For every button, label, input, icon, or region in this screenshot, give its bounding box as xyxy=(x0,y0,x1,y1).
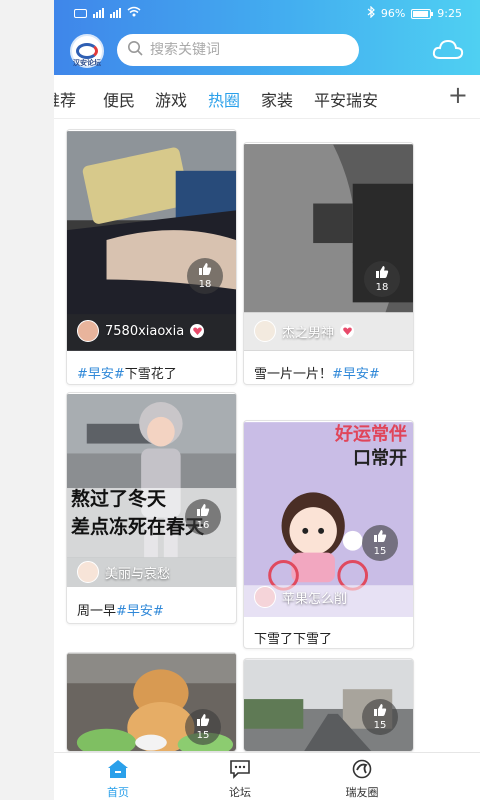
battery-icon xyxy=(411,8,434,19)
category-tabs: 推荐 便民 游戏 热圈 家装 平安瑞安 + xyxy=(54,75,480,119)
like-button[interactable]: 16 xyxy=(185,499,221,535)
like-count: 15 xyxy=(373,546,387,557)
author-name: 7580xiaoxia xyxy=(105,323,185,339)
caption-text: 下雪花了 xyxy=(124,367,177,382)
post-caption: 雪一片一片！#早安# xyxy=(254,363,380,382)
nav-home-label: 首页 xyxy=(107,786,129,799)
add-tab-button[interactable]: + xyxy=(448,81,468,109)
overlay-line: 熬过了冬天 xyxy=(71,488,167,510)
post-card[interactable]: 15 xyxy=(243,658,414,752)
home-icon xyxy=(107,760,129,782)
author-name: 美丽与哀愁 xyxy=(105,566,171,582)
app-logo[interactable]: 汉安论坛 xyxy=(70,34,104,68)
sim-badge-icon xyxy=(74,8,87,18)
like-button[interactable]: 18 xyxy=(364,261,400,297)
chat-bubble-icon xyxy=(229,760,251,782)
tab-games[interactable]: 游戏 xyxy=(155,87,187,111)
post-card[interactable]: 18 杰之男神 雪一片一片！#早安# xyxy=(243,142,414,385)
bluetooth-icon xyxy=(367,5,375,21)
wifi-icon xyxy=(127,6,141,20)
post-card[interactable]: 熬过了冬天 差点冻死在春天 16 美丽与哀愁 周一早#早安# xyxy=(66,392,237,624)
caption-tag[interactable]: #早安# xyxy=(116,604,164,619)
post-author[interactable]: 苹果怎么削 xyxy=(254,586,347,608)
thumbs-up-icon xyxy=(196,713,210,730)
ruiyou-logo-icon xyxy=(351,759,373,782)
avatar xyxy=(77,320,99,342)
nav-forum[interactable]: 论坛 xyxy=(210,759,270,800)
thumbs-up-icon xyxy=(198,262,212,279)
avatar xyxy=(254,586,276,608)
author-name: 杰之男神 xyxy=(282,325,335,341)
app-frame: 96% 9:25 汉安论坛 推荐 便民 游戏 热圈 家装 平安瑞安 + xyxy=(54,0,480,800)
like-button[interactable]: 15 xyxy=(185,709,221,745)
image-overlay-text: 好运常伴 口常开 xyxy=(335,423,407,471)
like-count: 15 xyxy=(196,730,210,741)
post-caption: #早安#下雪花了 xyxy=(77,363,177,382)
post-caption: 周一早#早安# xyxy=(77,600,164,619)
like-button[interactable]: 15 xyxy=(362,699,398,735)
like-count: 18 xyxy=(375,282,389,293)
search-icon xyxy=(127,40,143,60)
cloud-icon[interactable] xyxy=(432,38,464,64)
search-input[interactable] xyxy=(150,42,340,58)
overlay-line: 口常开 xyxy=(353,448,407,469)
avatar xyxy=(254,320,276,342)
image-overlay-text: 熬过了冬天 差点冻死在春天 xyxy=(71,485,204,541)
heart-icon xyxy=(190,324,205,338)
bottom-navigation: 首页 论坛 瑞友圈 xyxy=(54,752,480,800)
post-author[interactable]: 美丽与哀愁 xyxy=(77,561,170,583)
clock: 9:25 xyxy=(437,7,462,20)
caption-text: 雪一片一片！ xyxy=(254,367,333,382)
tab-convenience[interactable]: 便民 xyxy=(103,87,135,111)
like-button[interactable]: 15 xyxy=(362,525,398,561)
thumbs-up-icon xyxy=(373,529,387,546)
nav-friends-circle-label: 瑞友圈 xyxy=(345,786,379,799)
heart-icon xyxy=(340,324,355,338)
nav-forum-label: 论坛 xyxy=(229,786,251,799)
avatar xyxy=(77,561,99,583)
nav-friends-circle[interactable]: 瑞友圈 xyxy=(332,759,392,800)
tab-hot-circle[interactable]: 热圈 xyxy=(208,87,240,111)
caption-text: 周一早 xyxy=(77,604,117,619)
signal-icon xyxy=(93,8,104,18)
search-bar[interactable] xyxy=(117,34,359,66)
post-author[interactable]: 7580xiaoxia xyxy=(77,320,205,342)
tab-pingan-ruian[interactable]: 平安瑞安 xyxy=(314,87,378,111)
like-count: 15 xyxy=(373,720,387,731)
like-count: 16 xyxy=(196,520,210,531)
status-bar: 96% 9:25 xyxy=(54,0,480,26)
tab-recommend[interactable]: 推荐 xyxy=(54,87,76,111)
post-card[interactable]: 15 xyxy=(66,652,237,752)
logo-text: 汉安论坛 xyxy=(73,59,101,67)
battery-percent: 96% xyxy=(380,7,406,20)
tab-home-decor[interactable]: 家装 xyxy=(261,87,293,111)
thumbs-up-icon xyxy=(375,265,389,282)
nav-home[interactable]: 首页 xyxy=(88,759,148,800)
thumbs-up-icon xyxy=(373,703,387,720)
post-caption: 下雪了下雪了 xyxy=(254,628,332,647)
caption-text: 下雪了下雪了 xyxy=(254,632,333,647)
signal-icon xyxy=(110,8,121,18)
post-image xyxy=(67,131,236,351)
caption-tag[interactable]: #早安# xyxy=(332,367,380,382)
thumbs-up-icon xyxy=(196,503,210,520)
post-card[interactable]: 18 7580xiaoxia #早安#下雪花了 xyxy=(66,129,237,385)
caption-tag[interactable]: #早安# xyxy=(77,367,125,382)
post-card[interactable]: 好运常伴 口常开 15 苹果怎么削 下雪了下雪了 xyxy=(243,420,414,649)
author-name: 苹果怎么削 xyxy=(282,591,348,607)
like-count: 18 xyxy=(198,279,212,290)
header: 96% 9:25 汉安论坛 xyxy=(54,0,480,75)
like-button[interactable]: 18 xyxy=(187,258,223,294)
post-author[interactable]: 杰之男神 xyxy=(254,320,355,342)
overlay-line: 好运常伴 xyxy=(335,424,407,445)
